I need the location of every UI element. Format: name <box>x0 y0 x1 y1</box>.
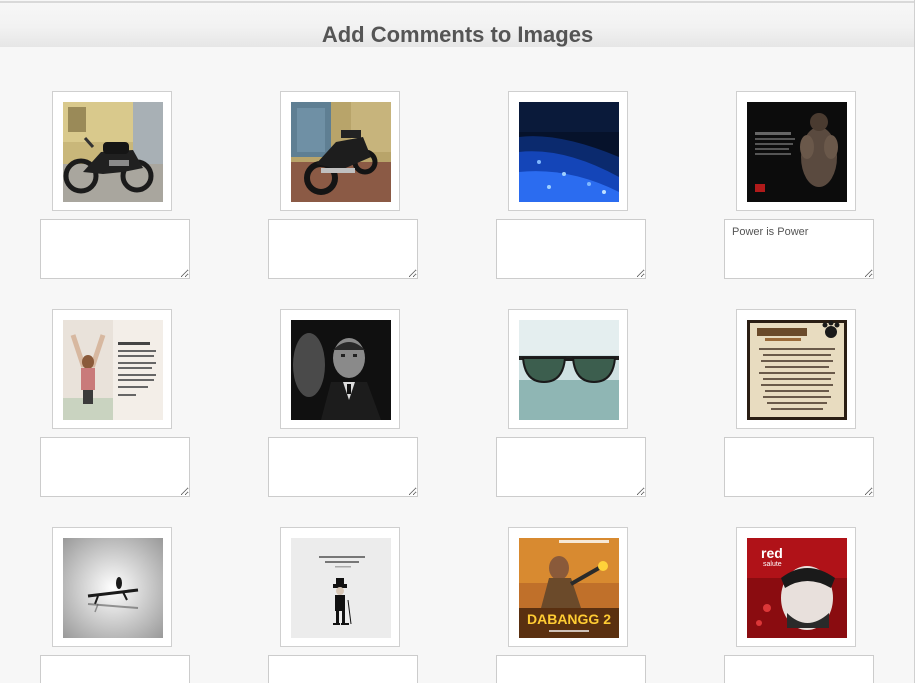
pawprints-poem-image <box>747 320 847 420</box>
thumbnail-frame <box>280 309 400 429</box>
thumbnail-frame <box>736 91 856 211</box>
thumbnail-frame <box>52 309 172 429</box>
comment-input-6[interactable] <box>268 437 418 497</box>
comment-input-8[interactable] <box>724 437 874 497</box>
red-salute-logo-red: red <box>761 545 783 561</box>
thumbnail-motorcycle-front[interactable] <box>63 102 163 202</box>
image-card <box>40 91 190 281</box>
motorcycle-image <box>63 102 163 202</box>
image-card <box>268 309 418 499</box>
comment-input-7[interactable] <box>496 437 646 497</box>
image-card <box>496 309 646 499</box>
image-card <box>40 309 190 499</box>
thumbnail-motorcycle-rear[interactable] <box>291 102 391 202</box>
woman-arms-raised-image <box>63 320 163 420</box>
thumbnail-frame <box>736 309 856 429</box>
red-salute-poster-image: red salute <box>747 538 847 638</box>
page: Add Comments to Images Power is Power DA… <box>0 0 915 683</box>
sunglasses-sea-image <box>519 320 619 420</box>
dabangg-logo-text: DABANGG 2 <box>527 611 611 627</box>
thumbnail-dabangg-poster[interactable]: DABANGG 2 <box>519 538 619 638</box>
image-card <box>724 309 874 499</box>
thumbnail-woman-arms-raised[interactable] <box>63 320 163 420</box>
image-card <box>268 527 418 683</box>
godfather-portrait-image <box>291 320 391 420</box>
comment-input-5[interactable] <box>40 437 190 497</box>
dabangg-poster-image: DABANGG 2 <box>519 538 619 638</box>
thumbnail-frame: DABANGG 2 <box>508 527 628 647</box>
comment-input-1[interactable] <box>40 219 190 279</box>
thumbnail-red-salute-poster[interactable]: red salute <box>747 538 847 638</box>
comment-input-10[interactable] <box>268 655 418 683</box>
thumbnail-godfather-portrait[interactable] <box>291 320 391 420</box>
comment-input-11[interactable] <box>496 655 646 683</box>
bird-on-branch-image <box>63 538 163 638</box>
thumbnail-frame <box>508 91 628 211</box>
thumbnail-bodybuilder-poster[interactable] <box>747 102 847 202</box>
comment-input-3[interactable] <box>496 219 646 279</box>
thumbnail-sunglasses-sea[interactable] <box>519 320 619 420</box>
thumbnail-frame: red salute <box>736 527 856 647</box>
bodybuilder-poster-image <box>747 102 847 202</box>
thumbnail-chaplin-quote[interactable] <box>291 538 391 638</box>
image-card: DABANGG 2 <box>496 527 646 683</box>
image-card: Power is Power <box>724 91 874 281</box>
image-grid: Power is Power DABANGG 2 red salute <box>0 0 915 683</box>
motorcycle-rear-image <box>291 102 391 202</box>
thumbnail-frame <box>280 91 400 211</box>
comment-input-4[interactable]: Power is Power <box>724 219 874 279</box>
thumbnail-frame <box>52 527 172 647</box>
comment-input-9[interactable] <box>40 655 190 683</box>
image-card <box>268 91 418 281</box>
thumbnail-glowing-beach[interactable] <box>519 102 619 202</box>
image-card: red salute <box>724 527 874 683</box>
red-salute-logo-sub: salute <box>763 561 782 568</box>
comment-input-12[interactable] <box>724 655 874 683</box>
thumbnail-frame <box>280 527 400 647</box>
thumbnail-bird-on-branch[interactable] <box>63 538 163 638</box>
glowing-beach-image <box>519 102 619 202</box>
image-card <box>40 527 190 683</box>
chaplin-quote-image <box>291 538 391 638</box>
thumbnail-pawprints-poem[interactable] <box>747 320 847 420</box>
thumbnail-frame <box>508 309 628 429</box>
image-card <box>496 91 646 281</box>
comment-input-2[interactable] <box>268 219 418 279</box>
thumbnail-frame <box>52 91 172 211</box>
